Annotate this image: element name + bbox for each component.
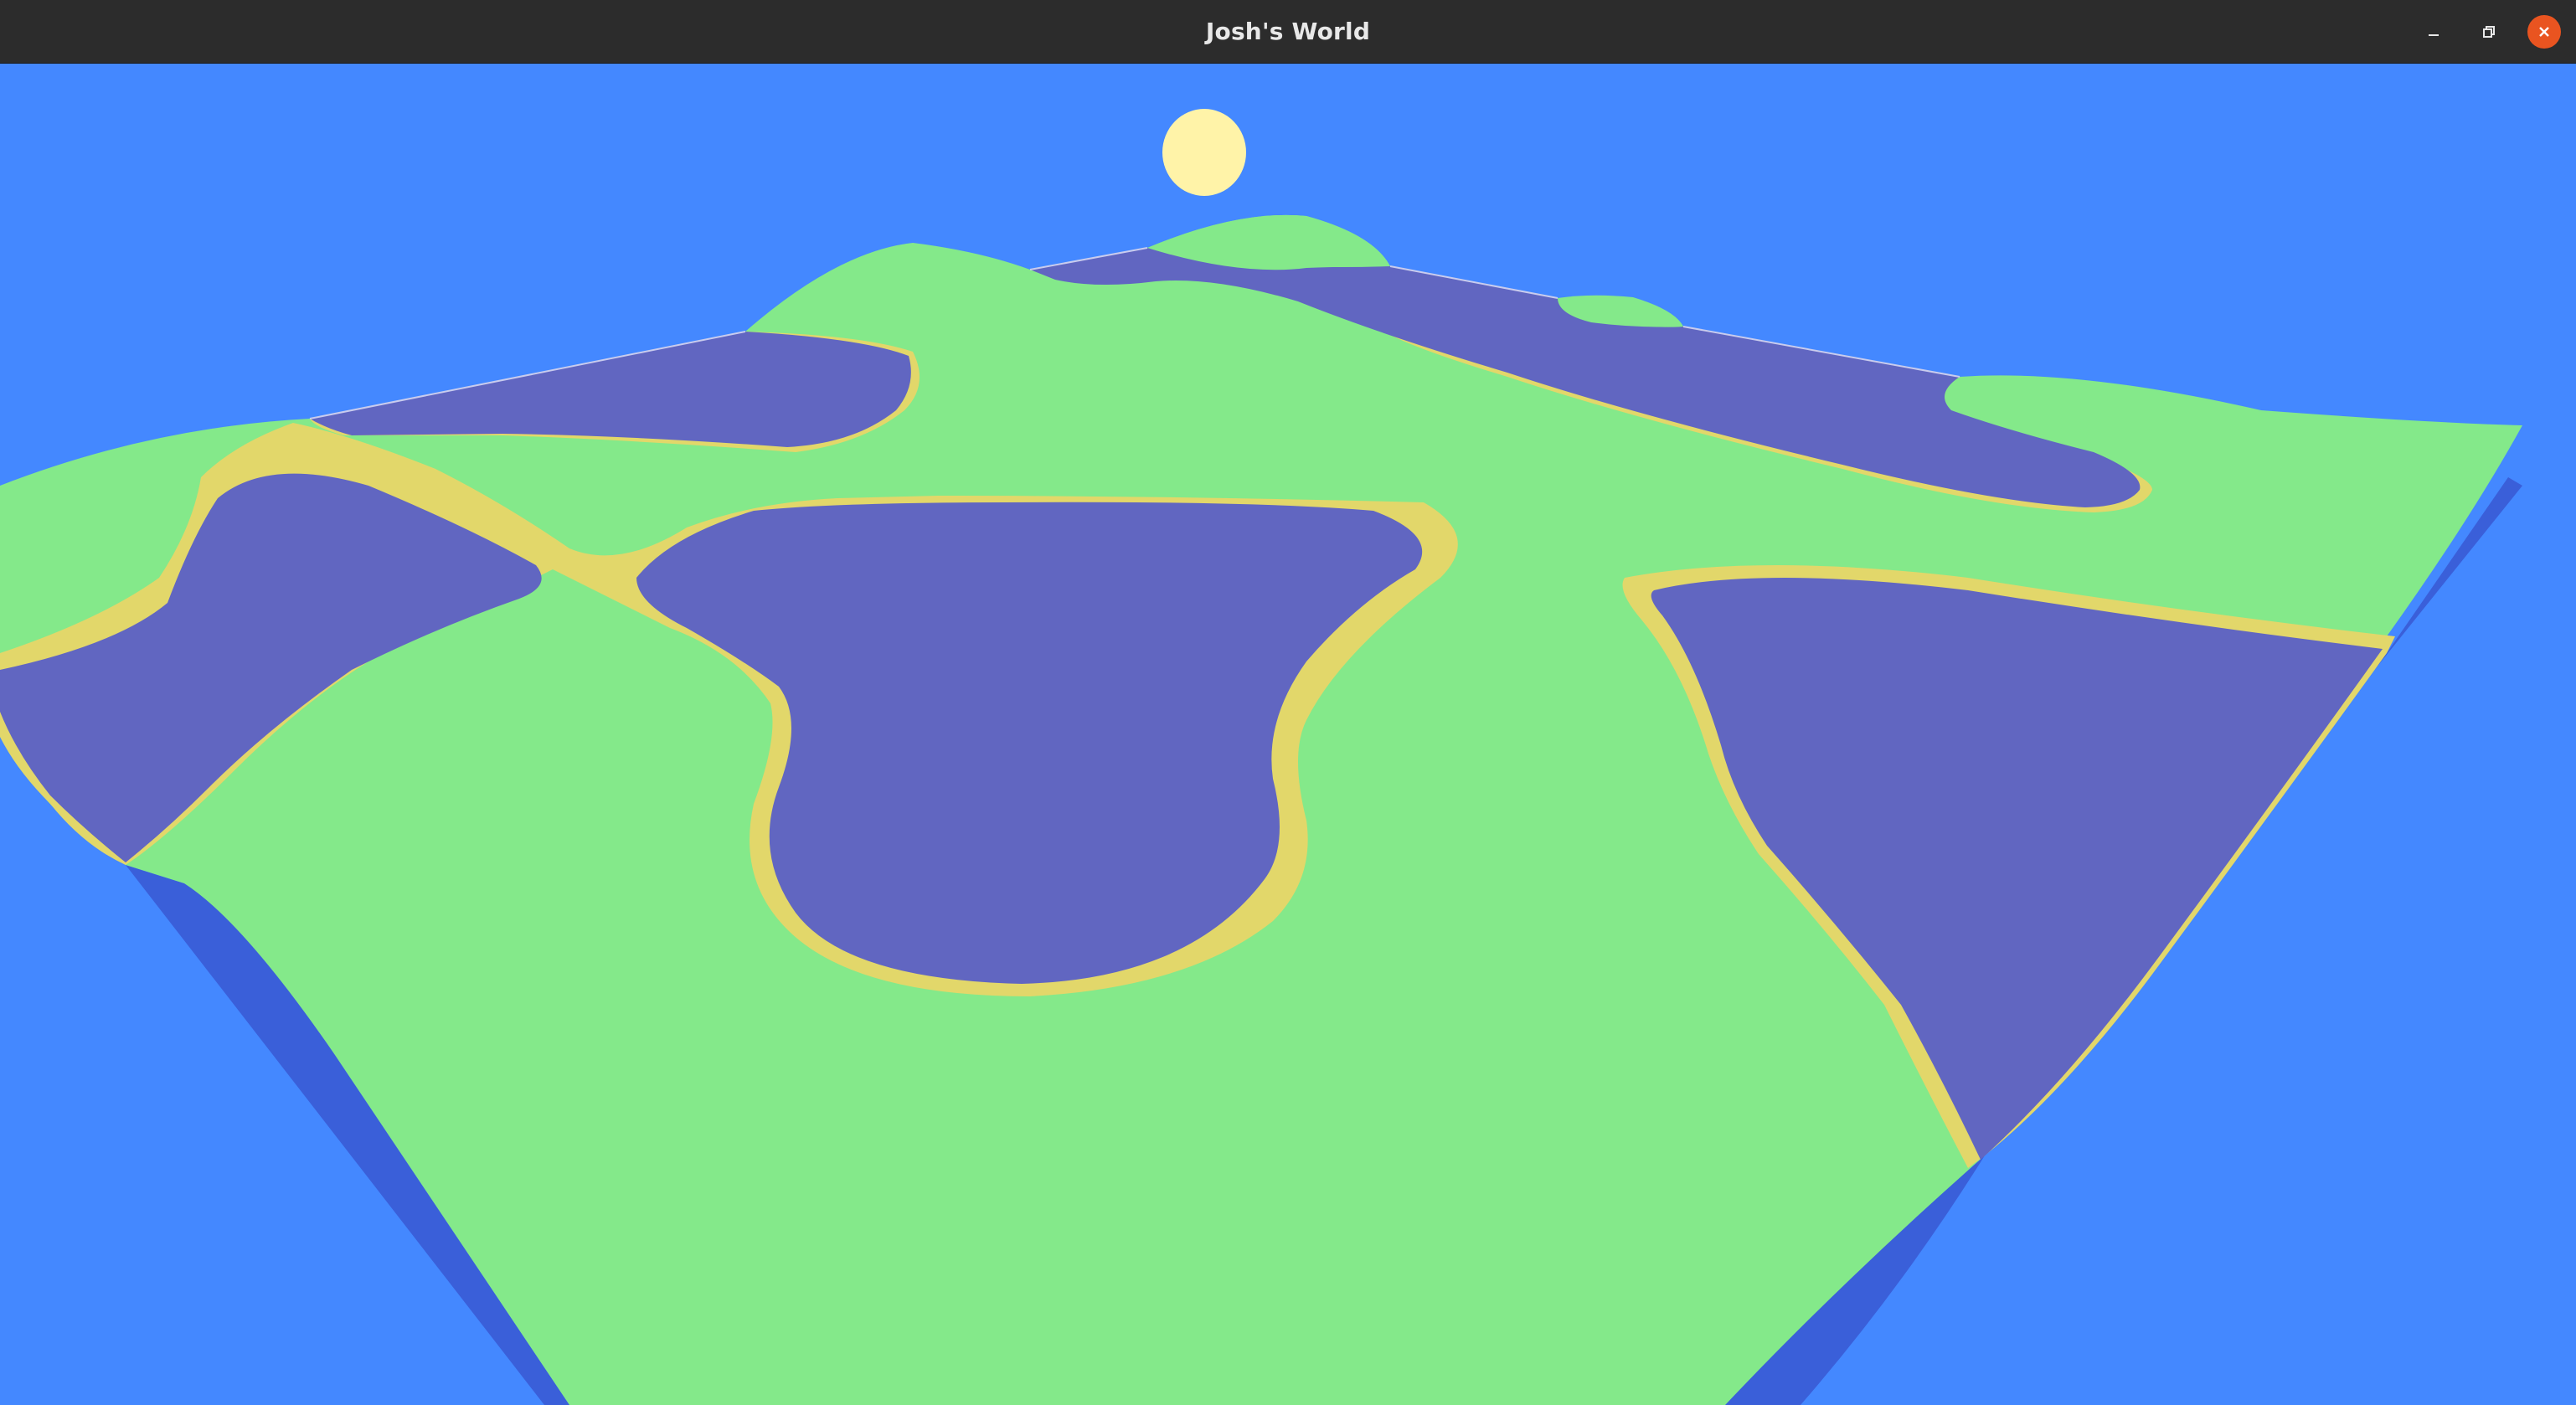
game-viewport[interactable]	[0, 64, 2576, 1405]
minimize-icon	[2429, 34, 2439, 36]
close-circle	[2527, 15, 2561, 49]
scene-canvas	[0, 64, 2576, 1405]
title-bar[interactable]: Josh's World	[0, 0, 2576, 64]
app-window: Josh's World	[0, 0, 2576, 1405]
restore-button[interactable]	[2472, 15, 2506, 49]
restore-icon	[2483, 26, 2495, 38]
sun	[1162, 109, 1246, 196]
close-icon	[2539, 27, 2549, 37]
window-title: Josh's World	[1205, 18, 1371, 45]
window-controls	[2417, 0, 2561, 64]
close-button[interactable]	[2527, 15, 2561, 49]
minimize-button[interactable]	[2417, 15, 2450, 49]
